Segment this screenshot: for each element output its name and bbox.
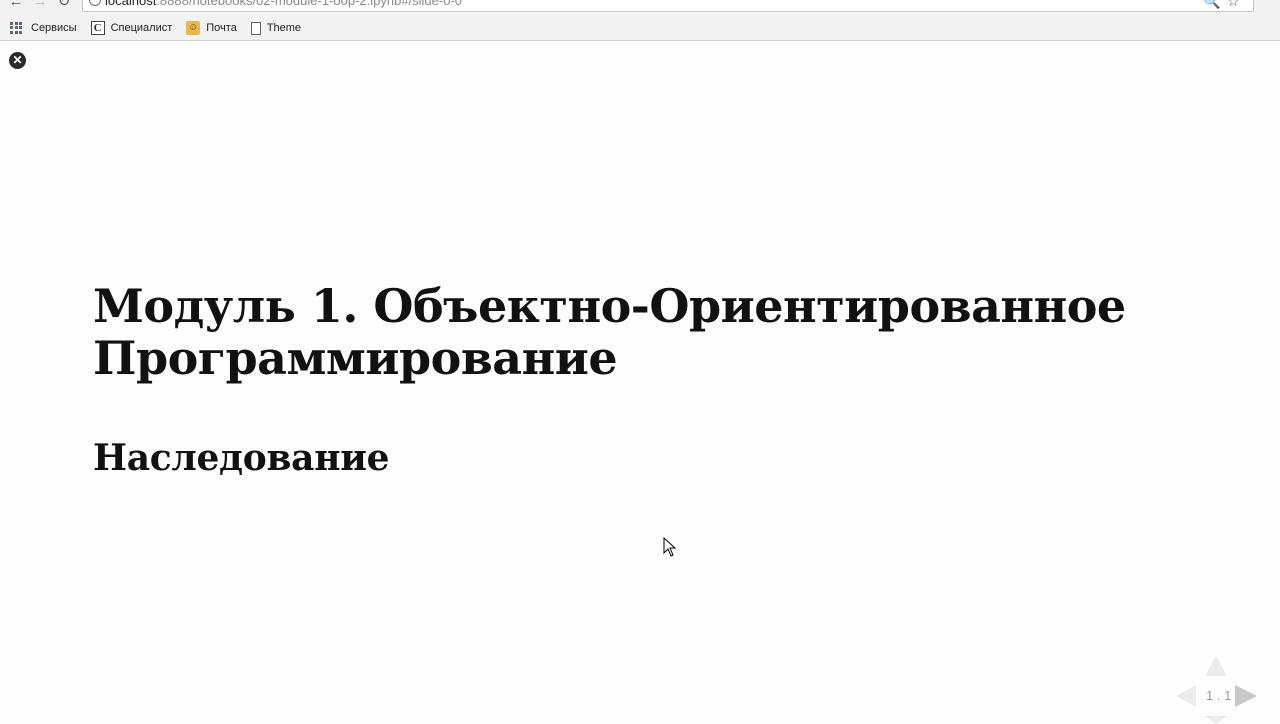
mail-icon: ☺ — [186, 21, 201, 35]
close-slideshow-icon[interactable]: ✕ — [9, 52, 26, 69]
bookmark-theme[interactable]: Theme — [250, 21, 302, 35]
reload-icon[interactable]: ↻ — [54, 0, 74, 10]
forward-arrow-icon[interactable]: → — [30, 0, 50, 10]
url-path: :8888/notebooks/02-module-1-oop-2.ipynb#… — [156, 0, 463, 8]
slide-title: Модуль 1. Объектно-Ориентированное Прогр… — [93, 279, 1126, 385]
mouse-cursor-icon — [663, 537, 677, 557]
bookmarks-bar: Сервисы C Специалист ☺ Почта Theme — [0, 18, 1280, 38]
navigate-left-icon[interactable] — [1176, 685, 1196, 707]
apps-icon — [10, 21, 23, 35]
back-arrow-icon[interactable]: ← — [6, 0, 26, 10]
bookmark-label: Почта — [206, 22, 237, 34]
zoom-icon[interactable]: 🔍 — [1203, 0, 1220, 10]
bookmark-label: Специалист — [110, 22, 173, 34]
page-icon — [250, 21, 261, 35]
slide-number: 1 . 1 — [1206, 688, 1232, 703]
bookmark-label: Theme — [266, 22, 302, 34]
navigate-up-icon[interactable] — [1205, 656, 1227, 676]
info-icon[interactable] — [89, 0, 101, 6]
bookmark-star-icon[interactable]: ☆ — [1227, 0, 1240, 10]
specialist-c-icon: C — [90, 21, 105, 35]
slide-subtitle: Наследование — [93, 437, 390, 479]
url-host: localhost — [105, 0, 157, 8]
bookmark-services[interactable]: Сервисы — [10, 21, 77, 35]
slide-controls: 1 . 1 — [1170, 650, 1280, 724]
navigation-row: ← → ↻ localhost:8888/notebooks/02-module… — [0, 0, 1280, 12]
url-text[interactable]: localhost:8888/notebooks/02-module-1-oop… — [105, 0, 462, 8]
navigate-right-icon[interactable] — [1235, 685, 1257, 707]
browser-chrome: ← → ↻ localhost:8888/notebooks/02-module… — [0, 0, 1280, 41]
navigate-down-icon[interactable] — [1205, 716, 1227, 724]
address-bar[interactable]: localhost:8888/notebooks/02-module-1-oop… — [82, 0, 1254, 12]
bookmark-label: Сервисы — [31, 22, 77, 34]
bookmark-specialist[interactable]: C Специалист — [90, 21, 173, 35]
bookmark-mail[interactable]: ☺ Почта — [186, 21, 237, 35]
